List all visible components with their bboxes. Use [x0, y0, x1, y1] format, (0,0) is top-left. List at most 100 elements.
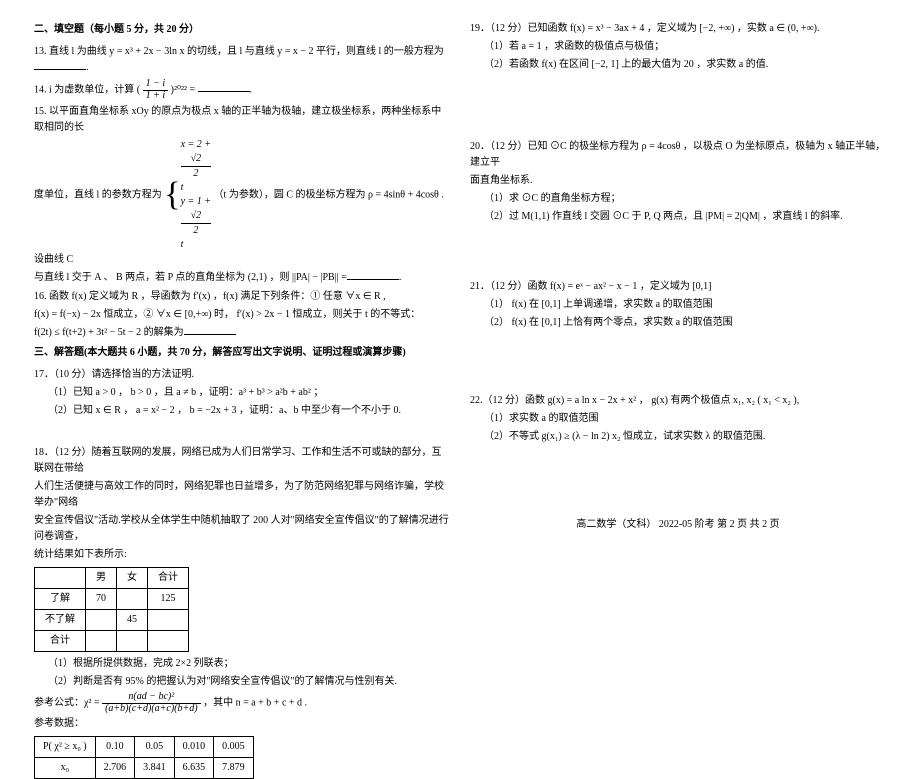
- chi-den: (a+b)(c+d)(a+c)(b+d): [102, 704, 201, 715]
- q15-l1-den: 2: [181, 167, 211, 181]
- chi-fraction: n(ad − bc)² (a+b)(c+d)(a+c)(b+d): [102, 692, 201, 714]
- table-row: 了解 70 125: [35, 589, 189, 610]
- q18-d: 统计结果如下表所示:: [34, 547, 450, 563]
- section-3-title: 三、解答题(本大题共 6 小题，共 70 分，解答应写出文字说明、证明过程或演算…: [34, 345, 450, 361]
- cell: [148, 610, 189, 631]
- page-root: 二、填空题（每小题 5 分，共 20 分） 13. 直线 l 为曲线 y = x…: [0, 0, 920, 650]
- q15-param-eq: { x = 2 + √22 t y = 1 + √22 t: [164, 138, 211, 252]
- q14-num: 1 − i: [143, 79, 169, 91]
- table-row: x₀ 2.706 3.841 6.635 7.879: [35, 758, 254, 779]
- section-2-title: 二、填空题（每小题 5 分，共 20 分）: [34, 22, 450, 38]
- cell: [117, 631, 148, 652]
- q15-l2-den: 2: [181, 224, 211, 238]
- left-brace-icon: {: [164, 178, 180, 212]
- q18-e: （1）根据所提供数据，完成 2×2 列联表；: [34, 656, 450, 672]
- q20-h: 20．（12 分）已知 ⊙C 的极坐标方程为 ρ = 4cosθ ，以极点 O …: [470, 139, 886, 171]
- question-21: 21．（12 分）函数 f(x) = eˣ − ax² − x − 1 ，定义域…: [470, 279, 886, 331]
- cell: 0.010: [174, 737, 214, 758]
- cell: [117, 589, 148, 610]
- question-14: 14. i 为虚数单位，计算 ( 1 − i 1 + i )²⁰²² = .: [34, 79, 450, 101]
- q17-1: （1）已知 a > 0 ， b > 0 ，且 a ≠ b ，证明：a³ + b³…: [34, 385, 450, 401]
- question-20: 20．（12 分）已知 ⊙C 的极坐标方程为 ρ = 4cosθ ，以极点 O …: [470, 139, 886, 225]
- contingency-table: 男 女 合计 了解 70 125 不了解 45 合计: [34, 567, 189, 652]
- q16-b: f(x) = f(−x) − 2x 恒成立，② ∀x ∈ [0,+∞) 时， f…: [34, 307, 450, 323]
- q15-l2-num: √2: [181, 209, 211, 224]
- q16-c: f(2t) ≤ f(t+2) + 3t² − 5t − 2 的解集为: [34, 327, 184, 338]
- right-column: 19．（12 分）已知函数 f(x) = x³ − 3ax + 4 ，定义域为 …: [460, 18, 896, 642]
- cell: 70: [86, 589, 117, 610]
- cell: x₀: [35, 758, 96, 779]
- q17-h: 17．（10 分）请选择恰当的方法证明.: [34, 367, 450, 383]
- question-18: 18．（12 分）随着互联网的发展，网络已成为人们日常学习、工作和生活不可或缺的…: [34, 445, 450, 779]
- q14-fraction: 1 − i 1 + i: [143, 79, 169, 101]
- q14-den: 1 + i: [143, 91, 169, 102]
- q15-l1a: x = 2 +: [181, 138, 211, 152]
- q18-c: 安全宣传倡议"活动.学校从全体学生中随机抽取了 200 人对"网络安全宣传倡议"…: [34, 513, 450, 545]
- q16-a: 16. 函数 f(x) 定义域为 R ，导函数为 f′(x) ，f(x) 满足下…: [34, 289, 450, 305]
- q20-2: （2）过 M(1,1) 作直线 l 交圆 ⊙C 于 P, Q 两点，且 |PM|…: [470, 209, 886, 225]
- q21-2: （2） f(x) 在 [0,1] 上恰有两个零点，求实数 a 的取值范围: [470, 315, 886, 331]
- q19-1: （1）若 a = 1 ，求函数的极值点与极值；: [470, 39, 886, 55]
- cell: 125: [148, 589, 189, 610]
- chi-a: 参考公式：χ² =: [34, 697, 102, 708]
- cell: 0.05: [135, 737, 175, 758]
- q19-h: 19．（12 分）已知函数 f(x) = x³ − 3ax + 4 ，定义域为 …: [470, 21, 886, 37]
- blank-15: [347, 270, 399, 280]
- q14-a: 14. i 为虚数单位，计算 (: [34, 84, 140, 95]
- cell: 0.005: [214, 737, 254, 758]
- question-22: 22.（12 分）函数 g(x) = a ln x − 2x + x² ， g(…: [470, 393, 886, 445]
- cell: 了解: [35, 589, 86, 610]
- q18-f: （2）判断是否有 95% 的把握认为对"网络安全宣传倡议"的了解情况与性别有关.: [34, 674, 450, 690]
- q15-l2b: t: [181, 238, 211, 252]
- q21-1: （1） f(x) 在 [0,1] 上单调递增，求实数 a 的取值范围: [470, 297, 886, 313]
- cell: 6.635: [174, 758, 214, 779]
- cell: P( χ² ≥ x₀ ): [35, 737, 96, 758]
- table-row: 不了解 45: [35, 610, 189, 631]
- th-blank: [35, 568, 86, 589]
- blank-14: [198, 82, 250, 92]
- q15-l2a: y = 1 +: [181, 195, 211, 209]
- question-16: 16. 函数 f(x) 定义域为 R ，导函数为 f′(x) ，f(x) 满足下…: [34, 289, 450, 341]
- cell: [86, 631, 117, 652]
- cell: 合计: [35, 631, 86, 652]
- cell: [148, 631, 189, 652]
- q20-1: （1）求 ⊙C 的直角坐标方程；: [470, 191, 886, 207]
- chi-b: ，其中 n = a + b + c + d .: [203, 697, 307, 708]
- blank-16: [184, 325, 236, 335]
- q18-a: 18．（12 分）随着互联网的发展，网络已成为人们日常学习、工作和生活不可或缺的…: [34, 445, 450, 477]
- chi-formula: 参考公式：χ² = n(ad − bc)² (a+b)(c+d)(a+c)(b+…: [34, 692, 450, 714]
- th-female: 女: [117, 568, 148, 589]
- q15-a: 15. 以平面直角坐标系 xOy 的原点为极点 x 轴的正半轴为极轴，建立极坐标…: [34, 104, 450, 136]
- question-15: 15. 以平面直角坐标系 xOy 的原点为极点 x 轴的正半轴为极轴，建立极坐标…: [34, 104, 450, 286]
- cell: 45: [117, 610, 148, 631]
- q17-2: （2）已知 x ∈ R ， a = x² − 2 ， b = −2x + 3 ，…: [34, 403, 450, 419]
- th-total: 合计: [148, 568, 189, 589]
- chi-table: P( χ² ≥ x₀ ) 0.10 0.05 0.010 0.005 x₀ 2.…: [34, 736, 254, 779]
- cell: 7.879: [214, 758, 254, 779]
- cell: 3.841: [135, 758, 175, 779]
- blank-13: [34, 60, 86, 70]
- question-13: 13. 直线 l 为曲线 y = x³ + 2x − 3ln x 的切线，且 l…: [34, 44, 450, 76]
- q18-b: 人们生活便捷与高效工作的同时，网络犯罪也日益增多，为了防范网络犯罪与网络诈骗，学…: [34, 479, 450, 511]
- q22-2: （2）不等式 g(x₁) ≥ (λ − ln 2) x₂ 恒成立，试求实数 λ …: [470, 429, 886, 445]
- q21-h: 21．（12 分）函数 f(x) = eˣ − ax² − x − 1 ，定义域…: [470, 279, 886, 295]
- q22-1: （1）求实数 a 的取值范围: [470, 411, 886, 427]
- chi-ref-label: 参考数据：: [34, 716, 450, 732]
- q19-2: （2）若函数 f(x) 在区间 [−2, 1] 上的最大值为 20 ，求实数 a…: [470, 57, 886, 73]
- cell: 不了解: [35, 610, 86, 631]
- q15-b: 度单位，直线 l 的参数方程为: [34, 189, 162, 200]
- page-footer: 高二数学（文科） 2022-05 阶考 第 2 页 共 2 页: [470, 517, 886, 533]
- left-column: 二、填空题（每小题 5 分，共 20 分） 13. 直线 l 为曲线 y = x…: [24, 18, 460, 642]
- th-male: 男: [86, 568, 117, 589]
- table-row: 男 女 合计: [35, 568, 189, 589]
- q15-l1b: t: [181, 181, 211, 195]
- q15-c: （t 为参数），圆 C 的极坐标方程为 ρ = 4sinθ + 4cosθ . …: [34, 189, 444, 265]
- q14-b: )²⁰²² =: [171, 84, 195, 95]
- q22-h: 22.（12 分）函数 g(x) = a ln x − 2x + x² ， g(…: [470, 393, 886, 409]
- cell: [86, 610, 117, 631]
- table-row: 合计: [35, 631, 189, 652]
- q15-l1-num: √2: [181, 152, 211, 167]
- chi-num: n(ad − bc)²: [102, 692, 201, 704]
- cell: 0.10: [95, 737, 135, 758]
- q20-h2: 面直角坐标系.: [470, 173, 886, 189]
